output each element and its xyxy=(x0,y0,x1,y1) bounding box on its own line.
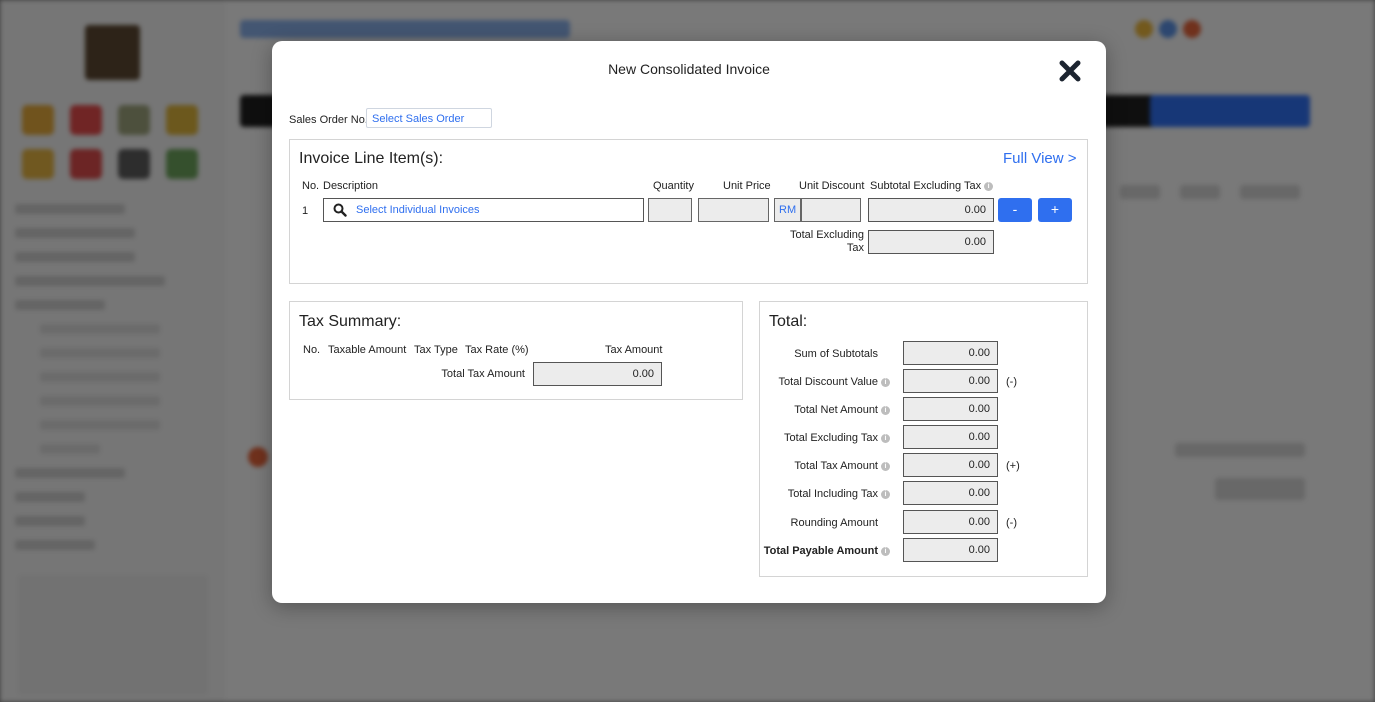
total-including-tax-label: Total Including Tax i xyxy=(760,488,890,500)
invoice-line-items-panel: Invoice Line Item(s): Full View > No. De… xyxy=(289,139,1088,284)
tax-summary-panel: Tax Summary: No. Taxable Amount Tax Type… xyxy=(289,301,743,400)
unit-price-input[interactable] xyxy=(698,198,769,222)
modal-title: New Consolidated Invoice xyxy=(608,61,770,77)
tax-header-tax-amount: Tax Amount xyxy=(605,344,663,356)
total-tax-amount-label: Total Tax Amount xyxy=(441,368,525,380)
header-description: Description xyxy=(323,180,379,192)
invoice-line-items-title: Invoice Line Item(s): xyxy=(299,150,444,167)
tax-summary-title: Tax Summary: xyxy=(299,313,402,330)
total-including-tax-label-text: Total Including Tax xyxy=(787,488,878,500)
header-unit-discount: Unit Discount xyxy=(799,180,865,192)
search-icon xyxy=(333,203,347,217)
header-no: No. xyxy=(302,180,320,192)
total-payable-amount-label-text: Total Payable Amount xyxy=(763,545,878,557)
info-icon[interactable]: i xyxy=(881,377,890,387)
tax-header-no: No. xyxy=(303,344,321,356)
total-net-amount-label-text: Total Net Amount xyxy=(794,404,878,416)
total-excluding-tax-value: 0.00 xyxy=(903,425,998,449)
total-discount-value: 0.00 xyxy=(903,369,998,393)
quantity-input[interactable] xyxy=(648,198,692,222)
description-placeholder: Select Individual Invoices xyxy=(356,204,480,216)
total-excl-tax-label: Total Excluding Tax xyxy=(790,229,864,254)
subtotal-value: 0.00 xyxy=(868,198,994,222)
header-subtotal-excl-tax: Subtotal Excluding Tax i xyxy=(870,180,994,192)
tax-header-taxable-amount: Taxable Amount xyxy=(328,344,407,356)
header-unit-price: Unit Price xyxy=(723,180,771,192)
header-subtotal-excl-tax-label: Subtotal Excluding Tax xyxy=(870,180,982,192)
header-quantity: Quantity xyxy=(653,180,694,192)
remove-row-button[interactable]: - xyxy=(998,198,1032,222)
info-icon[interactable]: i xyxy=(881,461,890,471)
sales-order-select[interactable]: Select Sales Order xyxy=(366,108,492,128)
info-icon[interactable]: i xyxy=(881,546,890,556)
totals-title: Total: xyxy=(769,313,808,330)
total-payable-amount-value: 0.00 xyxy=(903,538,998,562)
tax-header-tax-type: Tax Type xyxy=(414,344,458,356)
close-icon xyxy=(1059,60,1081,82)
close-button[interactable] xyxy=(1057,58,1083,84)
discount-sign: (-) xyxy=(1006,376,1017,388)
total-excluding-tax-label: Total Excluding Tax i xyxy=(760,432,890,444)
sales-order-label: Sales Order No. xyxy=(289,114,368,126)
full-view-link[interactable]: Full View > xyxy=(1003,150,1077,167)
rounding-amount-value: 0.00 xyxy=(903,510,998,534)
total-tax-amount-summary-label: Total Tax Amount i xyxy=(760,460,890,472)
tax-sign: (+) xyxy=(1006,460,1020,472)
consolidated-invoice-modal: New Consolidated Invoice Sales Order No.… xyxy=(272,41,1106,603)
info-icon[interactable]: i xyxy=(881,489,890,499)
total-net-amount-value: 0.00 xyxy=(903,397,998,421)
info-icon[interactable]: i xyxy=(881,433,890,443)
total-discount-value-label: Total Discount Value i xyxy=(760,376,890,388)
total-discount-value-label-text: Total Discount Value xyxy=(778,376,878,388)
info-icon[interactable]: i xyxy=(881,405,890,415)
row-number: 1 xyxy=(302,205,309,217)
sum-of-subtotals-value: 0.00 xyxy=(903,341,998,365)
currency-label: RM xyxy=(774,198,801,222)
total-excluding-tax-label-text: Total Excluding Tax xyxy=(784,432,878,444)
rounding-sign: (-) xyxy=(1006,517,1017,529)
unit-discount-input[interactable] xyxy=(801,198,861,222)
sum-of-subtotals-label: Sum of Subtotals xyxy=(794,348,878,360)
info-icon[interactable]: i xyxy=(984,181,994,191)
total-tax-amount-value: 0.00 xyxy=(533,362,662,386)
add-row-button[interactable]: + xyxy=(1038,198,1072,222)
total-including-tax-value: 0.00 xyxy=(903,481,998,505)
total-excl-tax-value: 0.00 xyxy=(868,230,994,254)
total-tax-amount-summary-label-text: Total Tax Amount xyxy=(794,460,878,472)
rounding-amount-label: Rounding Amount xyxy=(790,517,878,529)
totals-panel: Total: Sum of Subtotals 0.00 Total Disco… xyxy=(759,301,1088,577)
description-field[interactable]: Select Individual Invoices xyxy=(323,198,644,222)
total-tax-amount-summary-value: 0.00 xyxy=(903,453,998,477)
total-payable-amount-label: Total Payable Amount i xyxy=(760,545,890,557)
total-net-amount-label: Total Net Amount i xyxy=(760,404,890,416)
tax-header-tax-rate: Tax Rate (%) xyxy=(465,344,529,356)
